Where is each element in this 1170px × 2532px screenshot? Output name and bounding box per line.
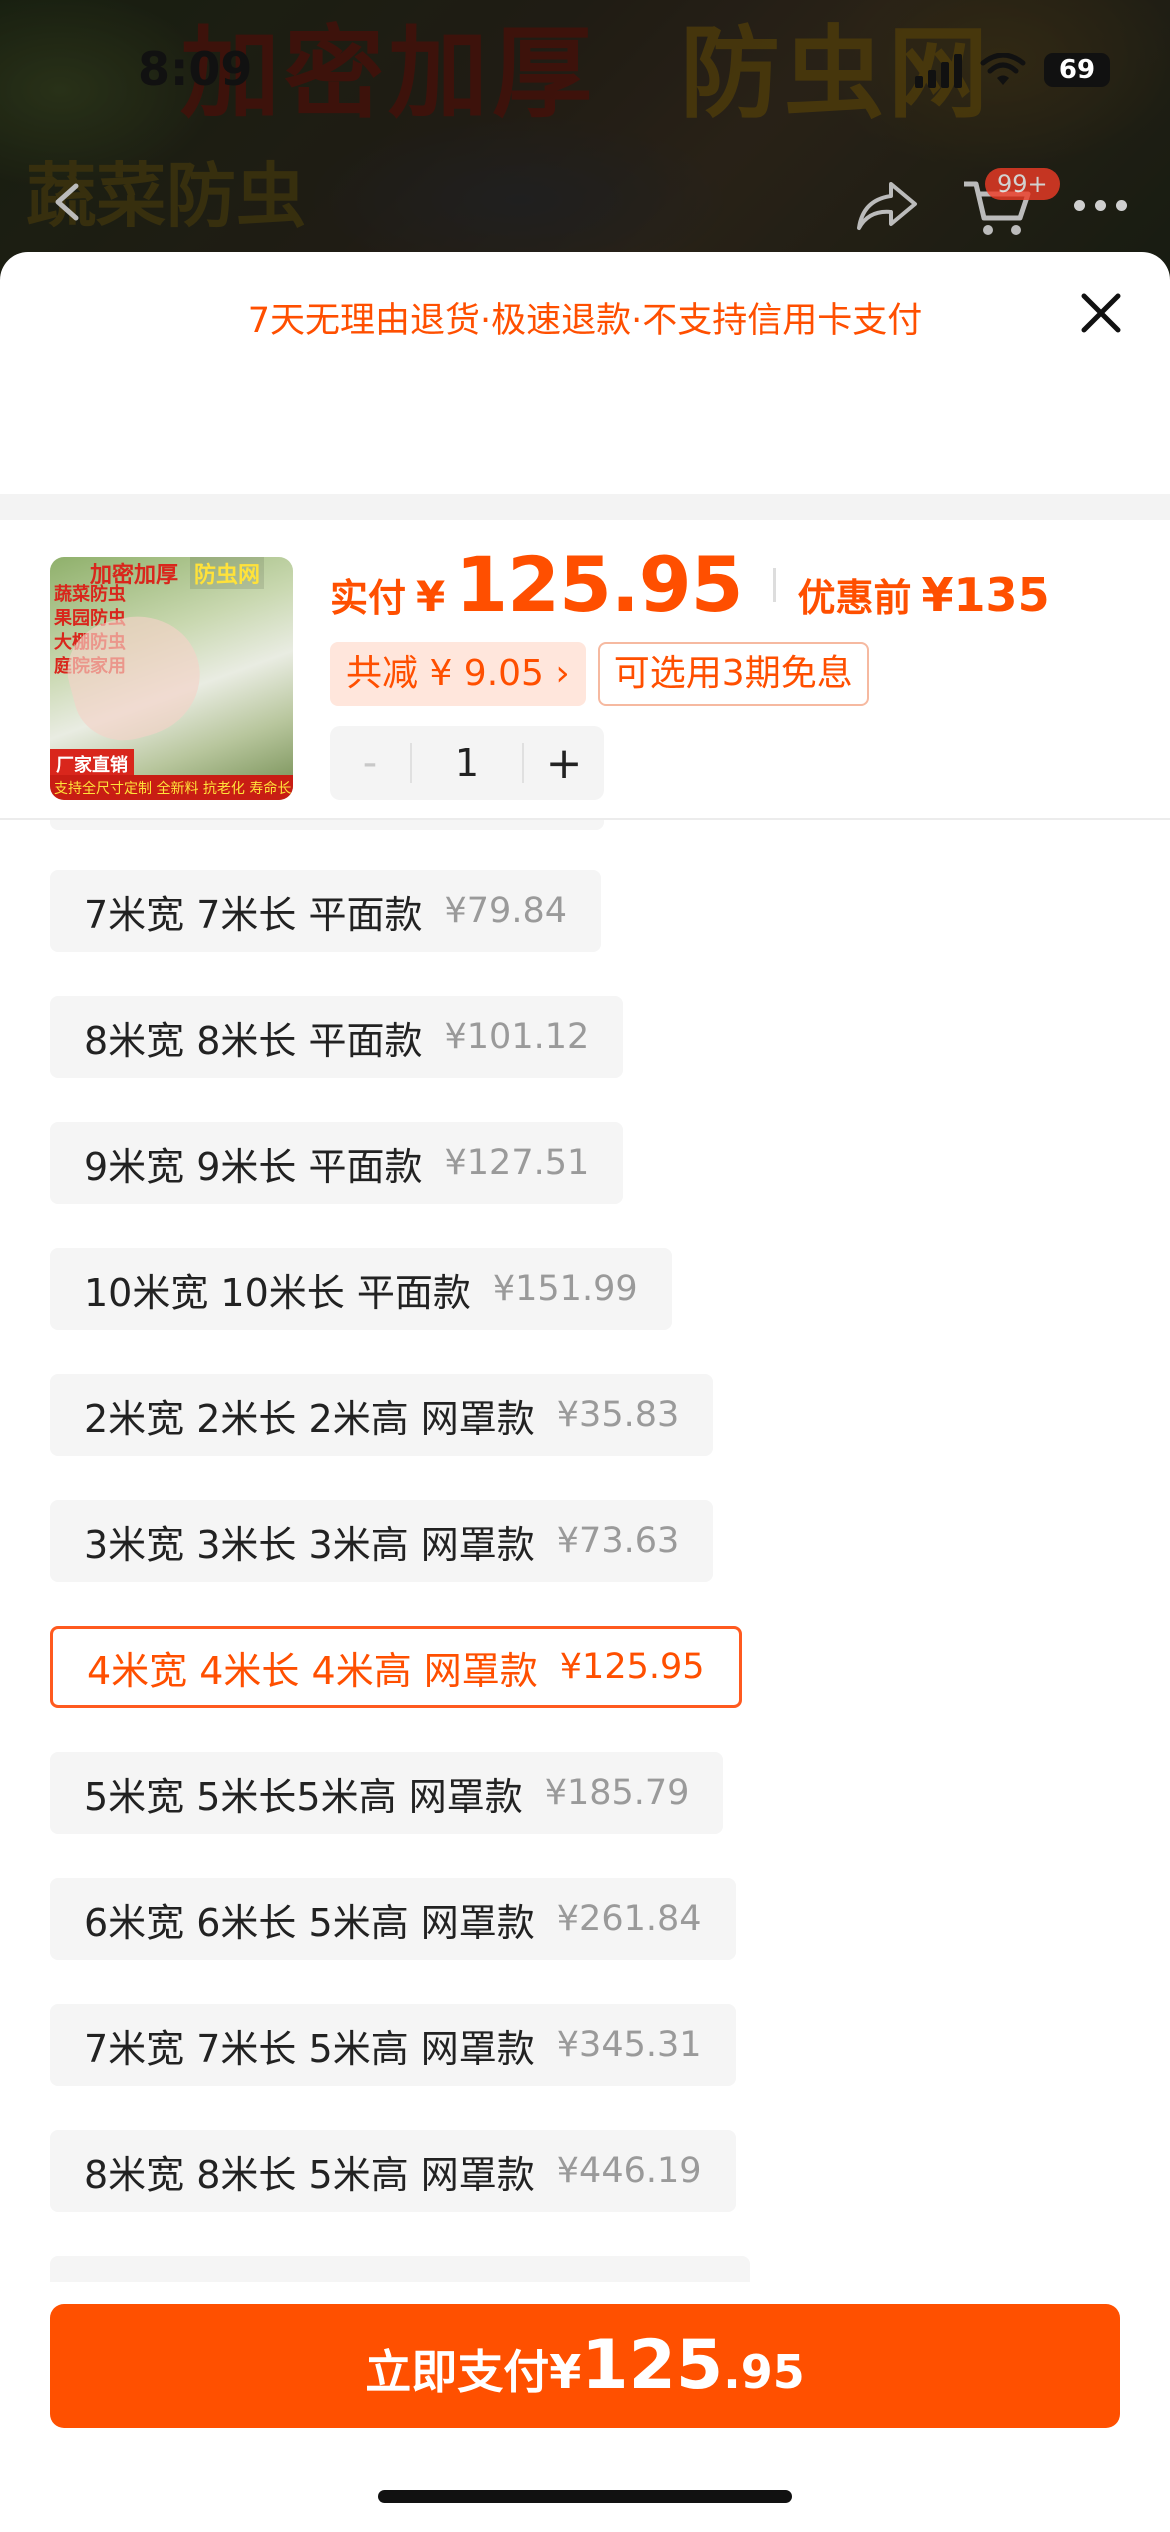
sku-option[interactable]: 4米宽 4米长 4米高 网罩款 ¥125.95 <box>50 1626 742 1708</box>
cellular-signal-icon <box>915 52 962 88</box>
sku-option-partial[interactable] <box>50 2256 750 2282</box>
sku-option-price: ¥261.84 <box>556 1899 702 1939</box>
promo-tags: 共减 ¥ 9.05 › 可选用3期免息 <box>330 642 869 706</box>
sku-option-label: 3米宽 3米长 3米高 网罩款 <box>84 1522 535 1567</box>
sku-option[interactable]: 7米宽 7米长 平面款 ¥79.84 <box>50 870 601 952</box>
sku-option-price: ¥79.84 <box>444 891 567 931</box>
sku-option-label: 5米宽 5米长5米高 网罩款 <box>84 1774 523 1819</box>
sku-option-price: ¥73.63 <box>556 1521 680 1561</box>
sku-option[interactable]: 9米宽 9米长 平面款 ¥127.51 <box>50 1122 624 1204</box>
sku-option-label: 7米宽 7米长 平面款 <box>84 892 423 937</box>
sku-option[interactable]: 3米宽 3米长 3米高 网罩款 ¥73.63 <box>50 1500 714 1582</box>
sku-option-label: 7米宽 7米长 5米高 网罩款 <box>84 2026 535 2071</box>
sku-option-label: 2米宽 2米长 2米高 网罩款 <box>84 1396 535 1441</box>
thumb-footer: 支持全尺寸定制 全新料 抗老化 寿命长 <box>50 775 293 800</box>
sku-option-price: ¥127.51 <box>444 1143 590 1183</box>
sku-option-partial[interactable] <box>50 820 604 830</box>
sku-option[interactable]: 10米宽 10米长 平面款 ¥151.99 <box>50 1248 672 1330</box>
pay-now-button[interactable]: 立即支付¥ 125 .95 <box>50 2304 1120 2428</box>
sku-option[interactable]: 5米宽 5米长5米高 网罩款 ¥185.79 <box>50 1752 724 1834</box>
share-icon[interactable] <box>855 178 919 232</box>
sku-option-label: 10米宽 10米长 平面款 <box>84 1270 471 1315</box>
price-label: 实付 <box>330 576 407 620</box>
thumb-title-right: 防虫网 <box>190 557 265 589</box>
product-thumbnail[interactable]: 加密加厚 防虫网 蔬菜防虫 果园防虫 大棚防虫 庭院家用 厂家直销 支持全尺寸定… <box>50 557 293 800</box>
original-price-label: 优惠前 <box>797 576 912 620</box>
sku-option-label: 8米宽 8米长 平面款 <box>84 1018 423 1063</box>
sku-option[interactable]: 7米宽 7米长 5米高 网罩款 ¥345.31 <box>50 2004 736 2086</box>
sku-option-price: ¥151.99 <box>492 1269 638 1309</box>
sku-option-label: 6米宽 6米长 5米高 网罩款 <box>84 1900 535 1945</box>
sku-option[interactable]: 8米宽 8米长 平面款 ¥101.12 <box>50 996 624 1078</box>
price-row: 实付 ¥ 125.95 优惠前 ¥135 <box>330 540 1050 629</box>
sku-option-price: ¥35.83 <box>556 1395 680 1435</box>
sku-option-list: 7米宽 7米长 平面款 ¥79.84 8米宽 8米长 平面款 ¥101.12 9米宽 9… <box>0 820 1170 2282</box>
home-indicator[interactable] <box>378 2490 792 2503</box>
sku-option[interactable]: 6米宽 6米长 5米高 网罩款 ¥261.84 <box>50 1878 736 1960</box>
section-divider <box>0 494 1170 520</box>
close-icon[interactable] <box>1078 290 1124 336</box>
installment-tag[interactable]: 可选用3期免息 <box>597 642 869 706</box>
wifi-icon <box>980 53 1026 85</box>
sku-option[interactable]: 8米宽 8米长 5米高 网罩款 ¥446.19 <box>50 2130 736 2212</box>
sku-option-price: ¥345.31 <box>556 2025 702 2065</box>
more-icon[interactable] <box>1074 200 1127 211</box>
battery-icon: 69 <box>1044 53 1110 87</box>
sku-option-label: 4米宽 4米长 4米高 网罩款 <box>87 1648 538 1693</box>
return-policy-notice: 7天无理由退货·极速退款·不支持信用卡支付 <box>247 301 923 341</box>
quantity-stepper: - 1 + <box>330 726 604 800</box>
increase-quantity-button[interactable]: + <box>524 738 604 789</box>
price-currency: ¥ <box>416 572 446 621</box>
sku-option[interactable]: 2米宽 2米长 2米高 网罩款 ¥35.83 <box>50 1374 714 1456</box>
original-price: ¥135 <box>921 568 1050 622</box>
back-chevron-icon[interactable] <box>48 182 88 222</box>
status-time: 8:09 <box>138 42 253 96</box>
price-separator <box>772 567 776 602</box>
final-price: 125.95 <box>455 540 743 629</box>
sku-option-price: ¥125.95 <box>559 1647 705 1687</box>
pay-amount-dec: .95 <box>723 2345 805 2399</box>
discount-tag[interactable]: 共减 ¥ 9.05 › <box>330 642 586 706</box>
sku-option-price: ¥101.12 <box>444 1017 590 1057</box>
sku-option-price: ¥185.79 <box>544 1773 690 1813</box>
pay-amount-int: 125 <box>581 2326 724 2405</box>
pay-label: 立即支付¥ <box>365 2345 582 2399</box>
sku-option-label: 9米宽 9米长 平面款 <box>84 1144 423 1189</box>
sku-option-price: ¥446.19 <box>556 2151 702 2191</box>
status-icons: 69 <box>915 52 1110 88</box>
decrease-quantity-button[interactable]: - <box>330 740 410 786</box>
quantity-value[interactable]: 1 <box>410 743 524 783</box>
sku-option-label: 8米宽 8米长 5米高 网罩款 <box>84 2152 535 2197</box>
cart-badge: 99+ <box>985 168 1060 200</box>
